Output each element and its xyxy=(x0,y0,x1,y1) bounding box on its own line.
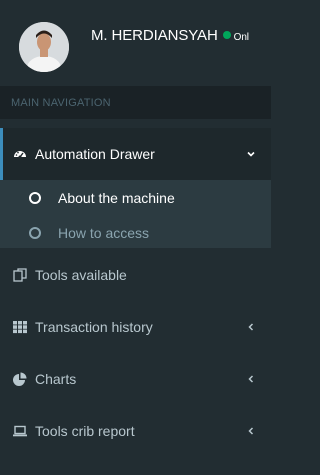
submenu-item-how-to-access[interactable]: How to access xyxy=(0,220,271,246)
submenu-item-about-the-machine[interactable]: About the machine xyxy=(0,185,271,211)
chevron-left-icon xyxy=(248,375,254,383)
sidebar-item-label: Transaction history xyxy=(35,319,153,335)
sidebar-item-label: Automation Drawer xyxy=(35,146,155,162)
main-navigation-header: MAIN NAVIGATION xyxy=(0,86,271,119)
sidebar-item-charts[interactable]: Charts xyxy=(0,353,271,405)
pie-chart-icon xyxy=(13,372,27,386)
submenu-item-label: How to access xyxy=(58,225,150,241)
chevron-left-icon xyxy=(248,427,254,435)
chevron-left-icon xyxy=(248,323,254,331)
dashboard-icon xyxy=(14,151,26,159)
chevron-down-icon xyxy=(247,151,255,157)
laptop-icon xyxy=(13,425,27,437)
sidebar-item-tools-available[interactable]: Tools available xyxy=(0,249,271,301)
sidebar-item-automation-drawer[interactable]: Automation Drawer xyxy=(0,128,271,180)
sidebar-item-label: Charts xyxy=(35,371,77,387)
sidebar-item-tools-crib-report[interactable]: Tools crib report xyxy=(0,405,271,457)
main-navigation-label: MAIN NAVIGATION xyxy=(11,97,111,109)
circle-icon xyxy=(29,192,41,204)
circle-icon xyxy=(29,227,41,239)
th-icon xyxy=(13,321,27,334)
sidebar-item-label: Tools available xyxy=(35,267,127,283)
online-status-icon xyxy=(222,31,231,39)
avatar[interactable] xyxy=(19,22,69,72)
sidebar-item-transaction-history[interactable]: Transaction history xyxy=(0,301,271,353)
user-status: Onl xyxy=(233,32,249,43)
user-info: M. HERDIANSYAH Onl xyxy=(91,27,249,44)
automation-drawer-submenu: About the machine How to access xyxy=(0,180,271,248)
user-panel: M. HERDIANSYAH Onl xyxy=(0,0,271,86)
submenu-item-label: About the machine xyxy=(58,190,175,206)
user-name: M. HERDIANSYAH xyxy=(91,27,218,44)
sidebar: M. HERDIANSYAH Onl MAIN NAVIGATION Automa… xyxy=(0,0,271,475)
avatar-image xyxy=(19,22,69,72)
copy-icon xyxy=(13,268,27,282)
sidebar-item-label: Tools crib report xyxy=(35,423,135,439)
